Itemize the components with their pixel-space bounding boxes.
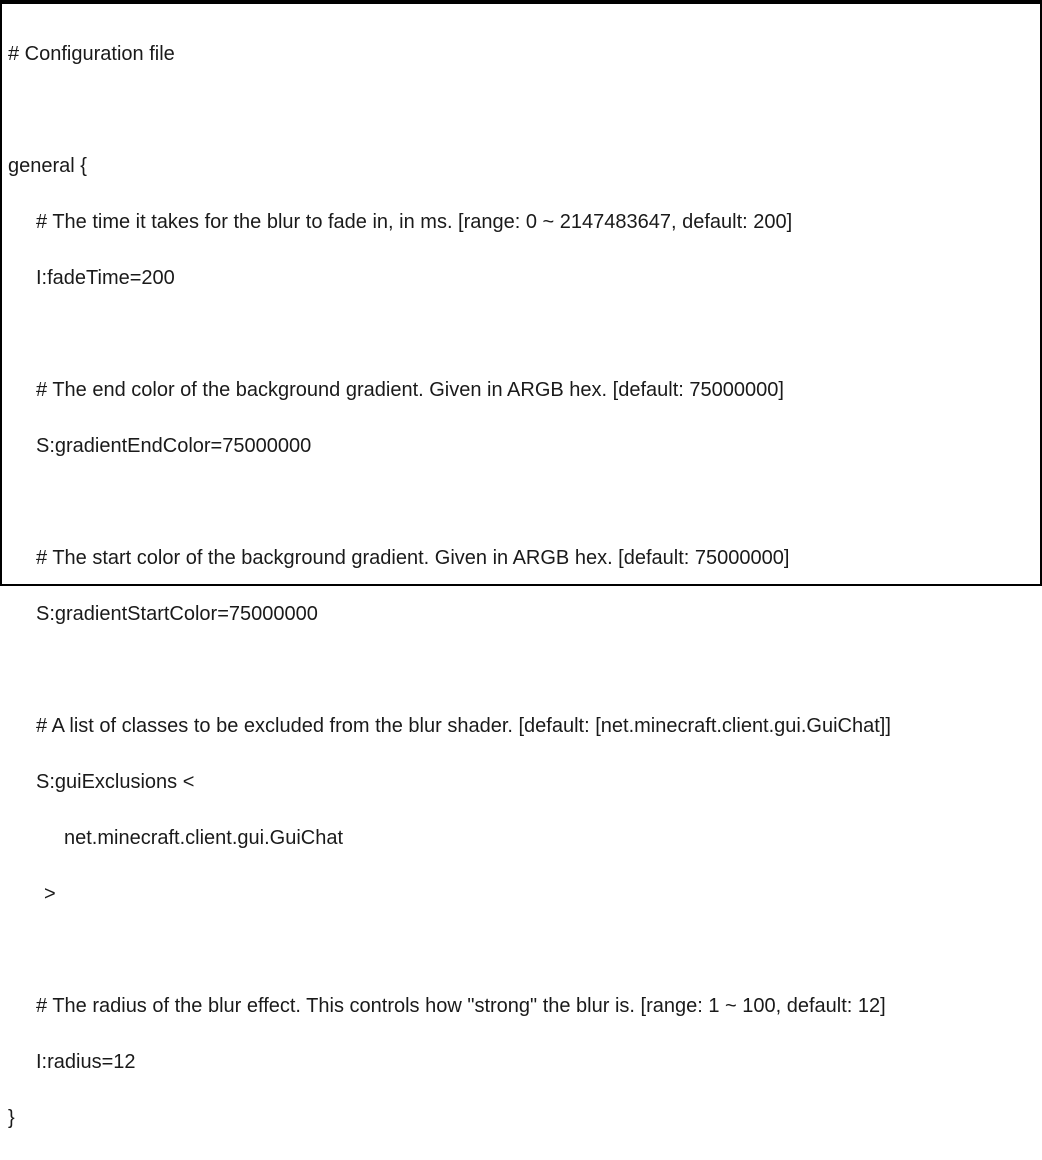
- gui-exclusions-open: S:guiExclusions <: [8, 768, 1032, 796]
- radius-assignment: I:radius=12: [8, 1048, 1032, 1076]
- blank-line: [8, 656, 1032, 684]
- gradient-start-assignment: S:gradientStartColor=75000000: [8, 600, 1032, 628]
- header-comment: # Configuration file: [8, 40, 1032, 68]
- config-file-editor[interactable]: # Configuration file general { # The tim…: [8, 12, 1032, 1160]
- blank-line: [8, 488, 1032, 516]
- fade-time-assignment: I:fadeTime=200: [8, 264, 1032, 292]
- blank-line: [8, 96, 1032, 124]
- gradient-end-comment: # The end color of the background gradie…: [8, 376, 1032, 404]
- section-open: general {: [8, 152, 1032, 180]
- gradient-end-assignment: S:gradientEndColor=75000000: [8, 432, 1032, 460]
- blank-line: [8, 936, 1032, 964]
- radius-comment: # The radius of the blur effect. This co…: [8, 992, 1032, 1020]
- section-close: }: [8, 1104, 1032, 1132]
- gui-exclusions-item: net.minecraft.client.gui.GuiChat: [8, 824, 1032, 852]
- gradient-start-comment: # The start color of the background grad…: [8, 544, 1032, 572]
- gui-exclusions-comment: # A list of classes to be excluded from …: [8, 712, 1032, 740]
- fade-time-comment: # The time it takes for the blur to fade…: [8, 208, 1032, 236]
- gui-exclusions-close: >: [8, 880, 1032, 908]
- blank-line: [8, 320, 1032, 348]
